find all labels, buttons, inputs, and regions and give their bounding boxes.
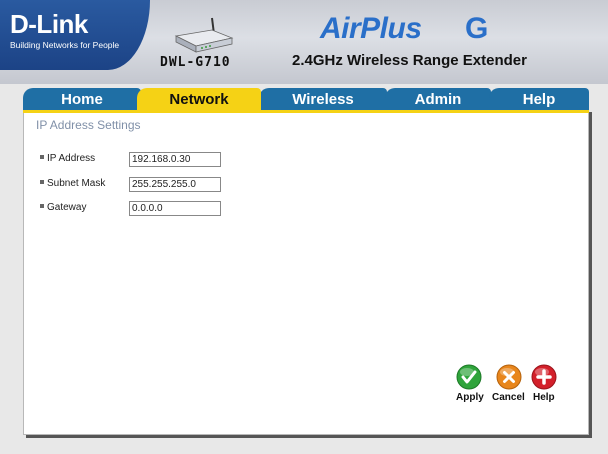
- x-icon[interactable]: [496, 364, 522, 390]
- model-name: DWL-G710: [160, 55, 231, 70]
- ip-address-label-text: IP Address: [47, 153, 96, 164]
- header: D-Link Building Networks for People DWL-…: [0, 0, 608, 84]
- plus-icon[interactable]: [531, 364, 557, 390]
- product-subtitle: 2.4GHz Wireless Range Extender: [292, 52, 527, 69]
- bullet-icon: [40, 180, 44, 185]
- gateway-input[interactable]: [129, 201, 221, 216]
- subnet-mask-label: Subnet Mask: [40, 178, 105, 189]
- ip-address-label: IP Address: [40, 153, 95, 164]
- product-name: AirPlus: [320, 12, 422, 45]
- tab-network[interactable]: Network: [137, 88, 261, 110]
- cancel-button[interactable]: Cancel: [492, 392, 525, 403]
- tab-admin[interactable]: Admin: [385, 88, 491, 110]
- tab-underline: [23, 110, 589, 113]
- nav-tabs: Home Wireless Admin Help Network: [23, 88, 589, 110]
- brand-tagline: Building Networks for People: [10, 40, 120, 50]
- range-extender-device-icon: [174, 17, 234, 53]
- check-icon[interactable]: [456, 364, 482, 390]
- product-letter: G: [465, 12, 489, 45]
- gateway-label-text: Gateway: [47, 202, 87, 213]
- tab-home[interactable]: Home: [23, 88, 141, 110]
- page: D-Link Building Networks for People DWL-…: [0, 0, 608, 454]
- help-button[interactable]: Help: [533, 392, 555, 403]
- subnet-mask-input[interactable]: [129, 177, 221, 192]
- subnet-mask-label-text: Subnet Mask: [47, 178, 106, 189]
- dlink-logo-panel: D-Link Building Networks for People: [0, 0, 150, 70]
- apply-button[interactable]: Apply: [456, 392, 484, 403]
- section-title: IP Address Settings: [36, 118, 141, 132]
- ip-address-input[interactable]: [129, 152, 221, 167]
- tab-help[interactable]: Help: [489, 88, 589, 110]
- tab-wireless[interactable]: Wireless: [259, 88, 387, 110]
- brand-logo: D-Link: [10, 9, 88, 39]
- gateway-label: Gateway: [40, 202, 86, 213]
- bullet-icon: [40, 204, 44, 209]
- bullet-icon: [40, 155, 44, 160]
